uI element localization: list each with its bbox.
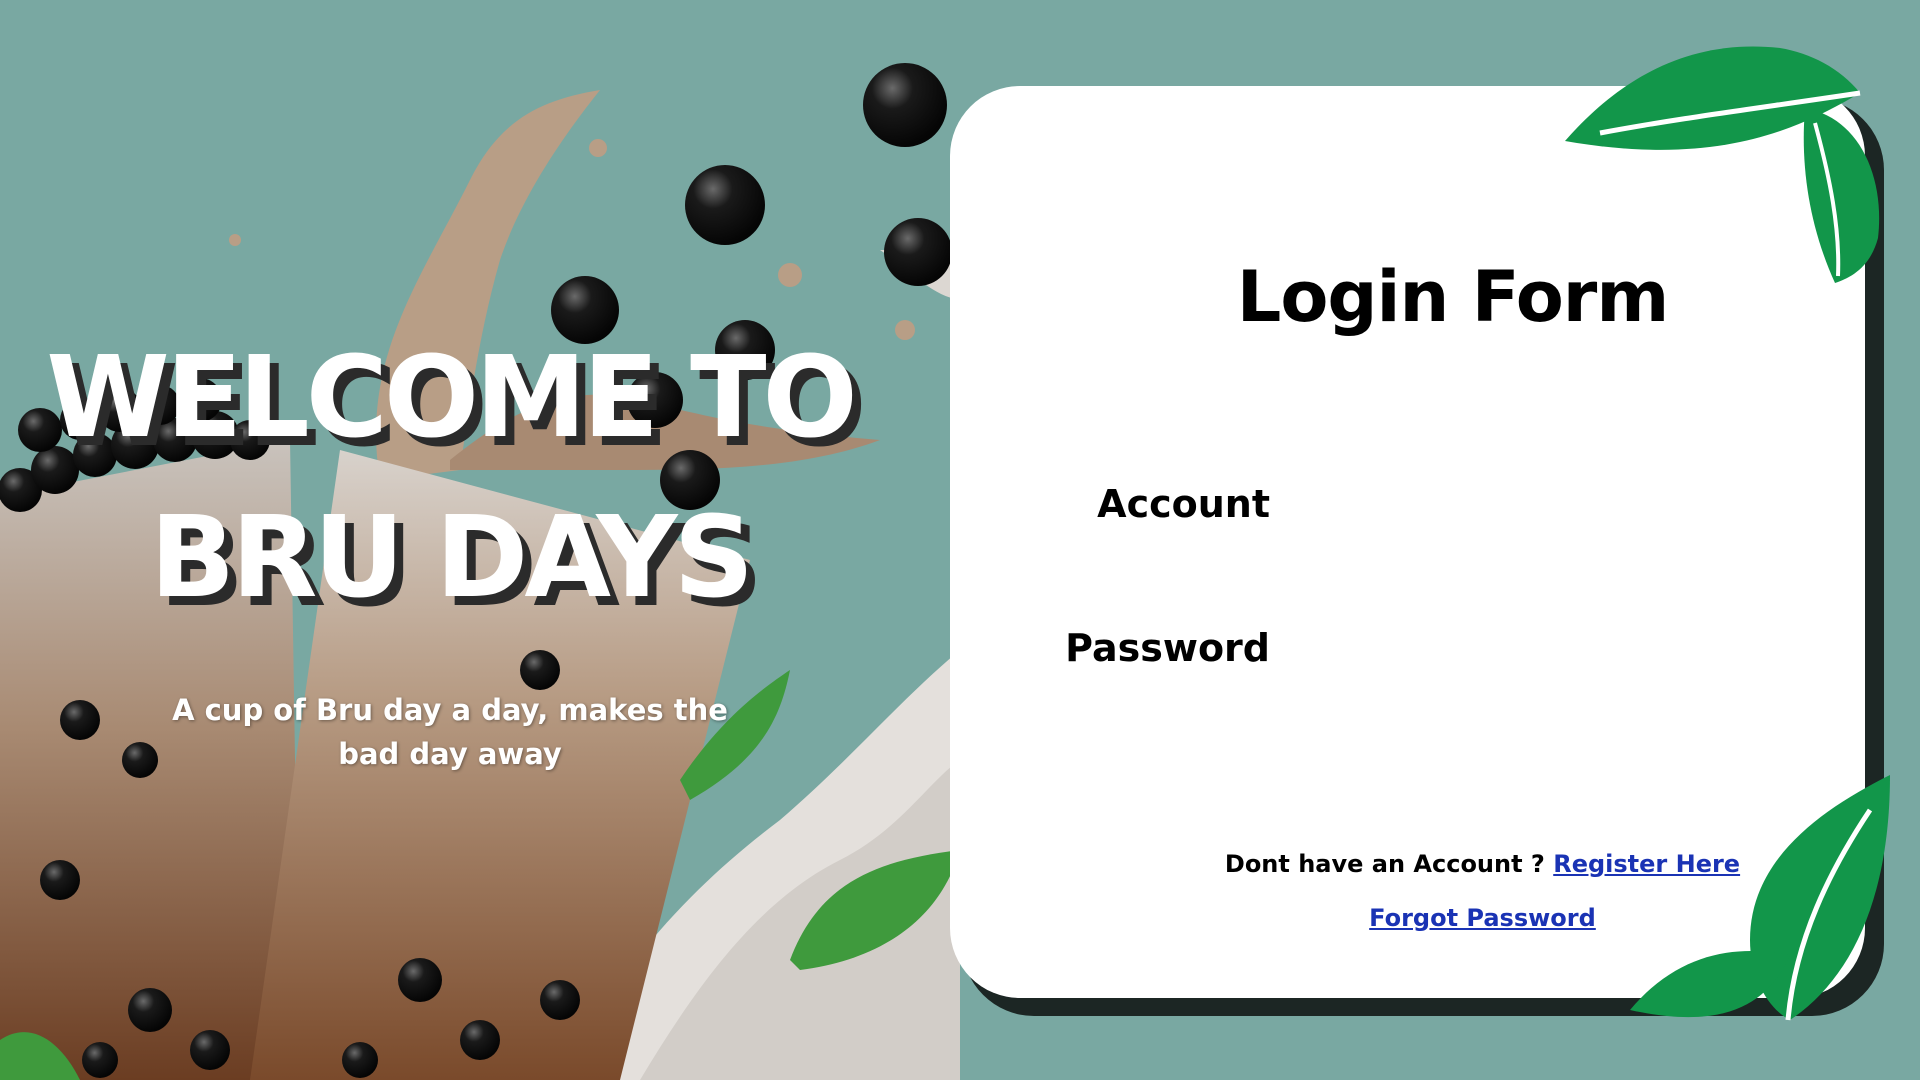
headline-line-1: WELCOME TO	[46, 333, 857, 463]
password-label: Password	[1065, 626, 1270, 670]
account-input[interactable]	[1300, 484, 1724, 536]
account-label: Account	[1097, 482, 1270, 526]
tagline: A cup of Bru day a day, makes the bad da…	[172, 693, 728, 771]
leaf-decoration-bottom-icon	[1630, 775, 1890, 1021]
password-input[interactable]	[1300, 628, 1724, 680]
register-prompt-text: Dont have an Account ?	[1224, 850, 1545, 878]
hero-section: WELCOME TO BRU DAYS A cup of Bru day a d…	[0, 0, 960, 1080]
headline-line-2: BRU DAYS	[149, 493, 754, 623]
leaf-decoration-top-icon	[1565, 46, 1880, 283]
welcome-headline: WELCOME TO BRU DAYS	[0, 318, 900, 638]
forgot-password-link[interactable]: Forgot Password	[1369, 904, 1596, 932]
